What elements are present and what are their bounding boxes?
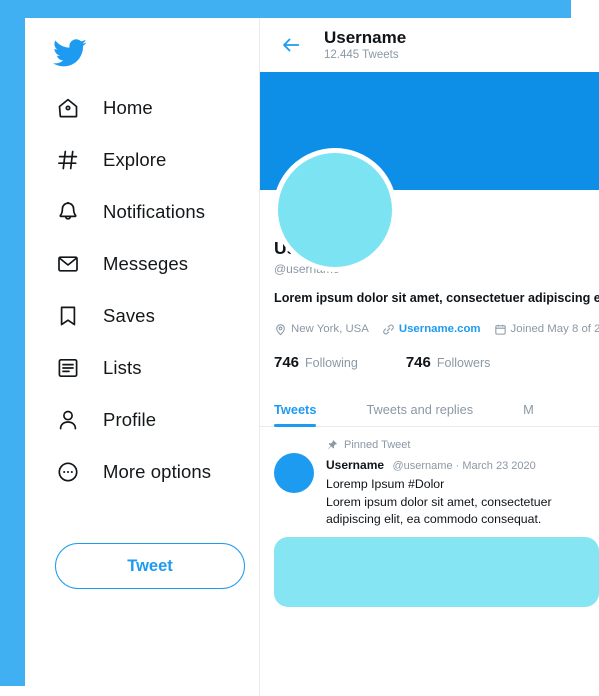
- profile-tabs: Tweets Tweets and replies M: [260, 391, 599, 427]
- tweet-media-placeholder[interactable]: [274, 536, 599, 607]
- meta-location-label: New York, USA: [291, 323, 369, 336]
- sidebar-item-label: Messeges: [103, 253, 189, 274]
- stat-following[interactable]: 746 Following: [274, 354, 358, 371]
- page-title: Username: [324, 27, 407, 47]
- sidebar-item-label: Profile: [103, 409, 157, 430]
- sidebar-item-messages[interactable]: Messeges: [25, 238, 260, 290]
- tweet-handle-date: @username · March 23 2020: [392, 459, 536, 472]
- meta-link-label: Username.com: [398, 323, 481, 336]
- sidebar-nav: Home Explore Notifications Messeges Save…: [25, 82, 260, 498]
- home-icon: [53, 93, 83, 123]
- stat-label: Followers: [436, 355, 491, 370]
- meta-joined: Joined May 8 of 2012: [494, 323, 599, 336]
- decorative-left-band: [0, 0, 25, 686]
- header-text-group: Username 12.445 Tweets: [324, 28, 406, 63]
- tweet-count: 12.445 Tweets: [324, 49, 399, 62]
- sidebar-item-label: Lists: [103, 357, 142, 378]
- pinned-tweet-label-row: Pinned Tweet: [326, 439, 585, 451]
- meta-link[interactable]: Username.com: [382, 323, 481, 336]
- sidebar-item-more-options[interactable]: More options: [25, 446, 260, 498]
- sidebar-item-explore[interactable]: Explore: [25, 134, 260, 186]
- link-icon: [382, 323, 395, 336]
- avatar[interactable]: [273, 148, 397, 272]
- tweet-text: Lorem ipsum dolor sit amet, consectetuer…: [326, 494, 552, 526]
- tweet-avatar[interactable]: [274, 452, 314, 493]
- tweet-author: Username: [326, 457, 385, 472]
- location-pin-icon: [274, 323, 287, 336]
- tweet-title: Loremp Ipsum #Dolor: [326, 476, 445, 491]
- pinned-tweet-label: Pinned Tweet: [344, 438, 411, 451]
- sidebar-item-saves[interactable]: Saves: [25, 290, 260, 342]
- stat-followers[interactable]: 746 Followers: [406, 354, 491, 371]
- person-icon: [53, 405, 83, 435]
- hashtag-icon: [53, 145, 83, 175]
- sidebar-item-label: More options: [103, 461, 212, 482]
- list-icon: [53, 353, 83, 383]
- tab-tweets-and-replies[interactable]: Tweets and replies: [366, 402, 473, 426]
- sidebar-item-label: Saves: [103, 305, 155, 326]
- meta-joined-label: Joined May 8 of 2012: [510, 323, 599, 336]
- stat-value: 746: [274, 353, 300, 371]
- sidebar-item-profile[interactable]: Profile: [25, 394, 260, 446]
- decorative-top-band: [0, 0, 571, 18]
- back-arrow-icon[interactable]: [278, 32, 304, 58]
- tweet-meta: Username @username · March 23 2020: [326, 456, 585, 474]
- meta-location: New York, USA: [274, 323, 369, 336]
- sidebar-item-label: Notifications: [103, 201, 206, 222]
- pin-icon: [326, 439, 338, 451]
- twitter-bird-icon[interactable]: [53, 36, 87, 70]
- calendar-icon: [494, 323, 507, 336]
- stat-label: Following: [305, 355, 358, 370]
- ellipsis-circle-icon: [53, 457, 83, 487]
- tweet-content: Pinned Tweet Username @username · March …: [326, 439, 585, 528]
- tweet-button[interactable]: Tweet: [55, 543, 245, 589]
- stat-value: 746: [405, 353, 431, 371]
- pinned-tweet[interactable]: Pinned Tweet Username @username · March …: [260, 427, 599, 528]
- profile-header: Username 12.445 Tweets: [260, 18, 599, 72]
- bell-icon: [53, 197, 83, 227]
- sidebar-item-label: Home: [103, 97, 153, 118]
- tab-media[interactable]: M: [523, 402, 534, 426]
- sidebar-item-home[interactable]: Home: [25, 82, 260, 134]
- profile-meta-row: New York, USA Username.com Joined May 8 …: [274, 323, 599, 336]
- bookmark-icon: [53, 301, 83, 331]
- sidebar-item-notifications[interactable]: Notifications: [25, 186, 260, 238]
- envelope-icon: [53, 249, 83, 279]
- tab-tweets[interactable]: Tweets: [274, 402, 317, 427]
- sidebar: Home Explore Notifications Messeges Save…: [25, 18, 260, 696]
- profile-stats-row: 746 Following 746 Followers: [274, 354, 585, 371]
- main-column: Username 12.445 Tweets Username @usernam…: [260, 18, 599, 696]
- sidebar-item-lists[interactable]: Lists: [25, 342, 260, 394]
- profile-bio: Lorem ipsum dolor sit amet, consectetuer…: [274, 291, 599, 305]
- sidebar-item-label: Explore: [103, 149, 167, 170]
